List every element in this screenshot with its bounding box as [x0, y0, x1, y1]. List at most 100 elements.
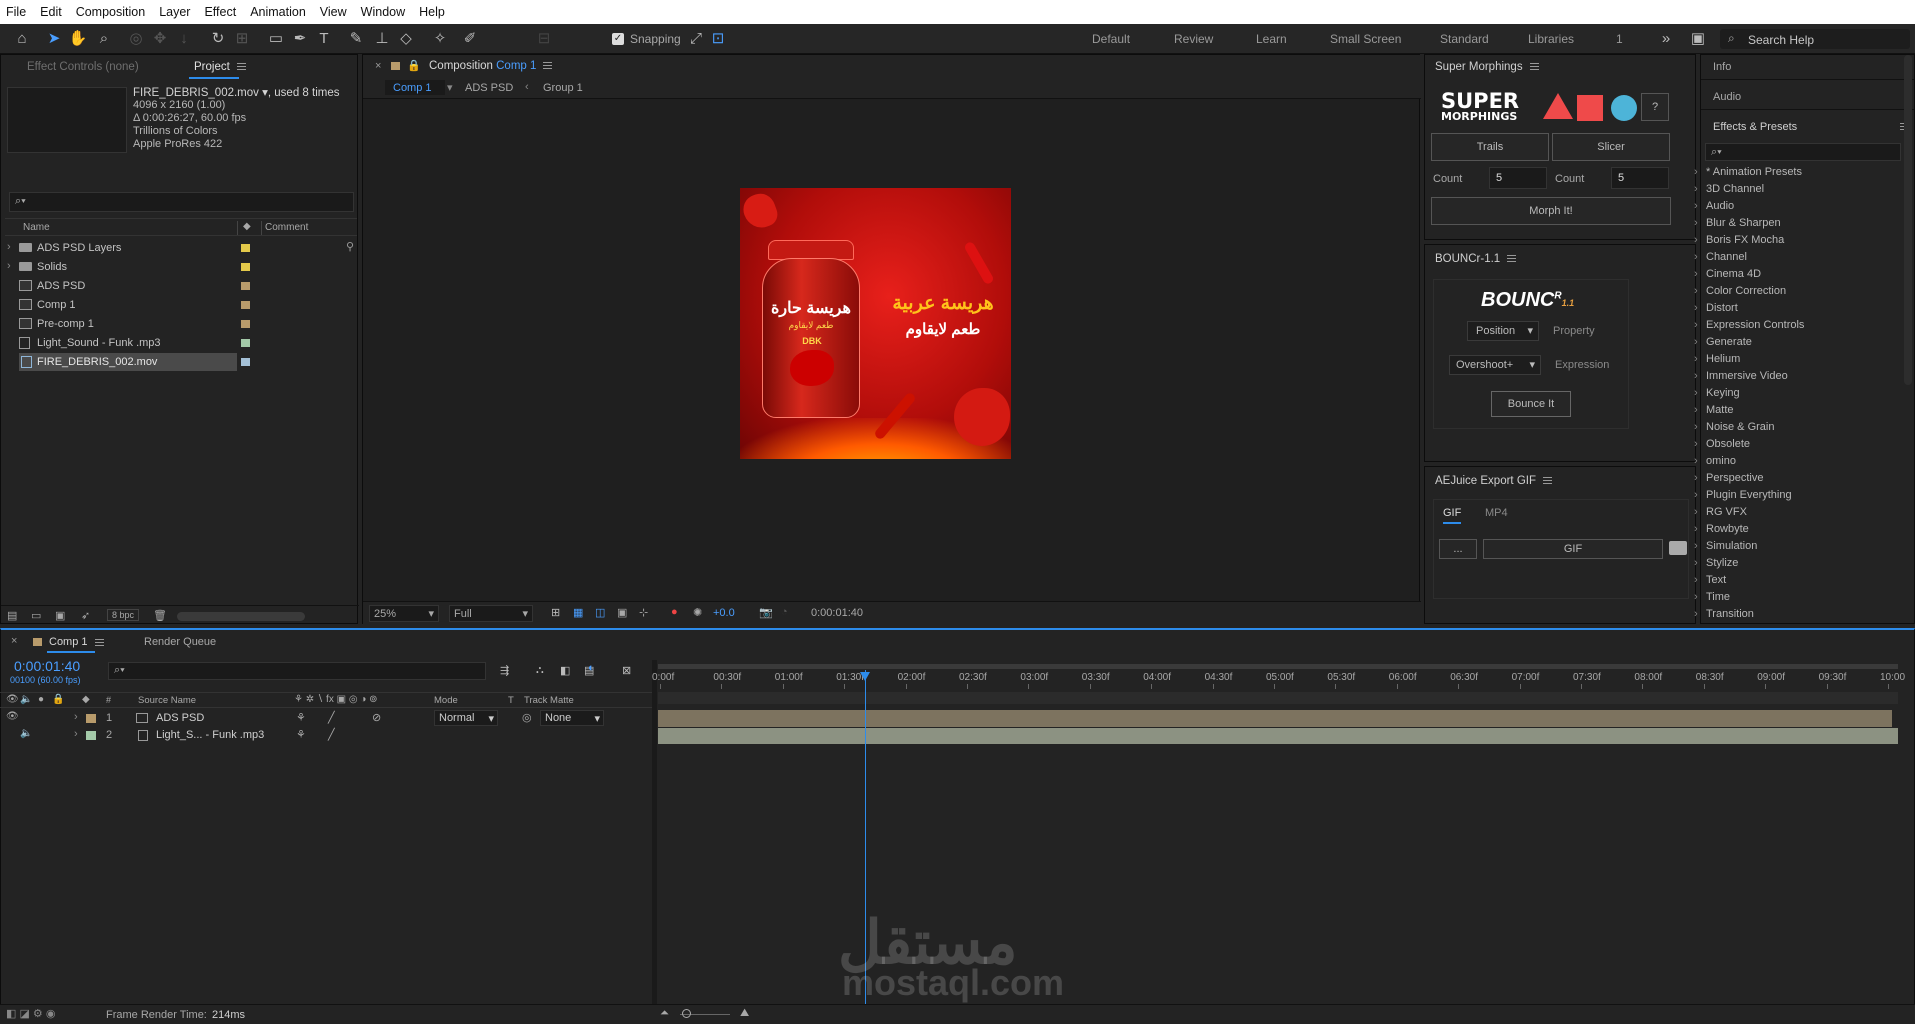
- effects-category[interactable]: Obsolete: [1694, 438, 1750, 450]
- effects-category[interactable]: Audio: [1694, 200, 1734, 212]
- expression-dropdown[interactable]: Overshoot+ ▾: [1449, 355, 1541, 375]
- brush-tool-icon[interactable]: ✎: [346, 29, 366, 49]
- orbit-tool-icon[interactable]: ◎: [126, 29, 146, 49]
- pan-tool-icon[interactable]: ✥: [150, 29, 170, 49]
- label-swatch[interactable]: [86, 714, 96, 723]
- menu-window[interactable]: Window: [361, 5, 405, 19]
- effects-category[interactable]: Boris FX Mocha: [1694, 234, 1784, 246]
- menu-edit[interactable]: Edit: [40, 5, 62, 19]
- label-swatch[interactable]: [241, 263, 250, 271]
- crumb-dropdown-icon[interactable]: ▾: [447, 81, 453, 94]
- blend-mode-dropdown[interactable]: Normal ▾: [434, 710, 498, 726]
- speaker-icon[interactable]: 🔈: [20, 728, 32, 739]
- effects-category[interactable]: Time: [1694, 591, 1730, 603]
- layer-name[interactable]: Light_S... - Funk .mp3: [156, 729, 264, 741]
- layer-row[interactable]: 👁 › 1 ADS PSD ⚘ ╱ ⊘ Normal ▾ ◎ None ▾: [0, 710, 652, 727]
- workspace-standard[interactable]: Standard: [1440, 32, 1489, 46]
- workspace-small-screen[interactable]: Small Screen: [1330, 32, 1401, 46]
- selection-tool-icon[interactable]: ➤: [44, 29, 64, 49]
- col-name[interactable]: Name: [23, 222, 50, 233]
- bounce-it-button[interactable]: Bounce It: [1491, 391, 1571, 417]
- matte-pickwhip-icon[interactable]: ◎: [522, 711, 532, 724]
- layer-row[interactable]: 🔈 › 2 Light_S... - Funk .mp3 ⚘ ╱: [0, 727, 652, 744]
- effects-category[interactable]: Channel: [1694, 251, 1747, 263]
- project-item-folder[interactable]: › Solids: [5, 258, 290, 276]
- color-channels-icon[interactable]: ●: [671, 606, 678, 618]
- shy-layers-icon[interactable]: ◧: [560, 664, 570, 677]
- effects-category[interactable]: Generate: [1694, 336, 1752, 348]
- transparency-grid-icon[interactable]: ▦: [573, 606, 583, 619]
- thumbnail-scrollbar[interactable]: [177, 612, 305, 621]
- effects-category[interactable]: Distort: [1694, 302, 1738, 314]
- effects-category[interactable]: Plugin Everything: [1694, 489, 1792, 501]
- menu-file[interactable]: File: [6, 5, 26, 19]
- col-source-name[interactable]: Source Name: [138, 695, 196, 706]
- quality-switch-icon[interactable]: ╱: [328, 728, 335, 741]
- panel-menu-icon[interactable]: [94, 638, 104, 646]
- work-area-bar[interactable]: [658, 664, 1898, 669]
- workspace-1[interactable]: 1: [1616, 32, 1623, 46]
- effects-category[interactable]: Helium: [1694, 353, 1740, 365]
- collapse-switch-icon[interactable]: ⊘: [372, 711, 381, 724]
- home-icon[interactable]: ⌂: [12, 29, 32, 49]
- project-item-comp[interactable]: ADS PSD: [5, 277, 290, 295]
- zoom-out-icon[interactable]: ⏶: [660, 1007, 669, 1020]
- playhead-handle[interactable]: [859, 672, 870, 681]
- label-swatch[interactable]: [241, 282, 250, 290]
- crumb-ads-psd[interactable]: ADS PSD: [465, 82, 513, 94]
- help-button[interactable]: ?: [1641, 93, 1669, 121]
- tab-render-queue[interactable]: Render Queue: [144, 636, 216, 648]
- lock-icon[interactable]: 🔒: [407, 59, 421, 72]
- flowchart-icon[interactable]: ⚲: [346, 240, 354, 253]
- fast-preview-icon[interactable]: ⊞: [551, 606, 560, 619]
- panel-menu-icon[interactable]: [1529, 63, 1539, 71]
- effects-category[interactable]: Expression Controls: [1694, 319, 1804, 331]
- effects-category[interactable]: Perspective: [1694, 472, 1764, 484]
- close-icon[interactable]: ×: [11, 635, 17, 647]
- roto-brush-icon[interactable]: ✧: [430, 29, 450, 49]
- property-dropdown[interactable]: Position ▾: [1467, 321, 1539, 341]
- layer-bar[interactable]: [658, 728, 1898, 744]
- effects-category[interactable]: Matte: [1694, 404, 1733, 416]
- export-gif-button[interactable]: GIF: [1483, 539, 1663, 559]
- eye-icon[interactable]: 👁: [6, 694, 19, 705]
- eye-icon[interactable]: 👁: [6, 711, 19, 722]
- snap-features-icon[interactable]: ⊡: [708, 29, 728, 49]
- eraser-tool-icon[interactable]: ◇: [396, 29, 416, 49]
- motion-blur-icon[interactable]: ◐: [588, 662, 595, 674]
- effects-category[interactable]: Keying: [1694, 387, 1740, 399]
- expand-icon[interactable]: ›: [7, 241, 11, 253]
- project-item-folder[interactable]: › ADS PSD Layers ⚲: [5, 239, 354, 257]
- effects-category[interactable]: Transition: [1694, 608, 1754, 620]
- effects-category[interactable]: Blur & Sharpen: [1694, 217, 1781, 229]
- viewer-timecode[interactable]: 0:00:01:40: [811, 607, 863, 619]
- new-folder-icon[interactable]: ▭: [31, 609, 41, 622]
- region-of-interest-icon[interactable]: ▣: [617, 606, 627, 619]
- tab-gif[interactable]: GIF: [1443, 507, 1462, 524]
- workspace-overflow-icon[interactable]: »: [1656, 29, 1676, 49]
- super-morphings-tab[interactable]: Super Morphings: [1435, 61, 1539, 73]
- tab-mp4[interactable]: MP4: [1485, 507, 1508, 519]
- menu-effect[interactable]: Effect: [204, 5, 236, 19]
- layer-name[interactable]: ADS PSD: [156, 712, 204, 724]
- shy-switch-icon[interactable]: ⚘: [296, 728, 306, 741]
- label-icon[interactable]: ◆: [243, 221, 251, 232]
- zoom-tool-icon[interactable]: ⌕: [94, 29, 114, 49]
- effects-category[interactable]: Noise & Grain: [1694, 421, 1775, 433]
- morph-it-button[interactable]: Morph It!: [1431, 197, 1671, 225]
- resolution-dropdown[interactable]: Full ▾: [449, 605, 533, 622]
- label-swatch[interactable]: [86, 731, 96, 740]
- menu-view[interactable]: View: [320, 5, 347, 19]
- side-scrollbar[interactable]: [1904, 55, 1912, 385]
- graph-editor-icon[interactable]: ⊠: [622, 664, 631, 677]
- close-icon[interactable]: ×: [375, 60, 381, 72]
- workspace-default[interactable]: Default: [1092, 32, 1130, 46]
- col-comment[interactable]: Comment: [265, 222, 308, 233]
- effects-category[interactable]: omino: [1694, 455, 1736, 467]
- layer-bar[interactable]: [658, 710, 1892, 727]
- expand-icon[interactable]: ›: [74, 728, 78, 740]
- audio-tab[interactable]: Audio: [1713, 91, 1741, 103]
- expand-icon[interactable]: ›: [74, 711, 78, 723]
- composition-viewer-artwork[interactable]: هريسة حارة طعم لايقاوم DBK هريسة عربية ط…: [740, 188, 1011, 459]
- panel-menu-icon[interactable]: [236, 63, 246, 71]
